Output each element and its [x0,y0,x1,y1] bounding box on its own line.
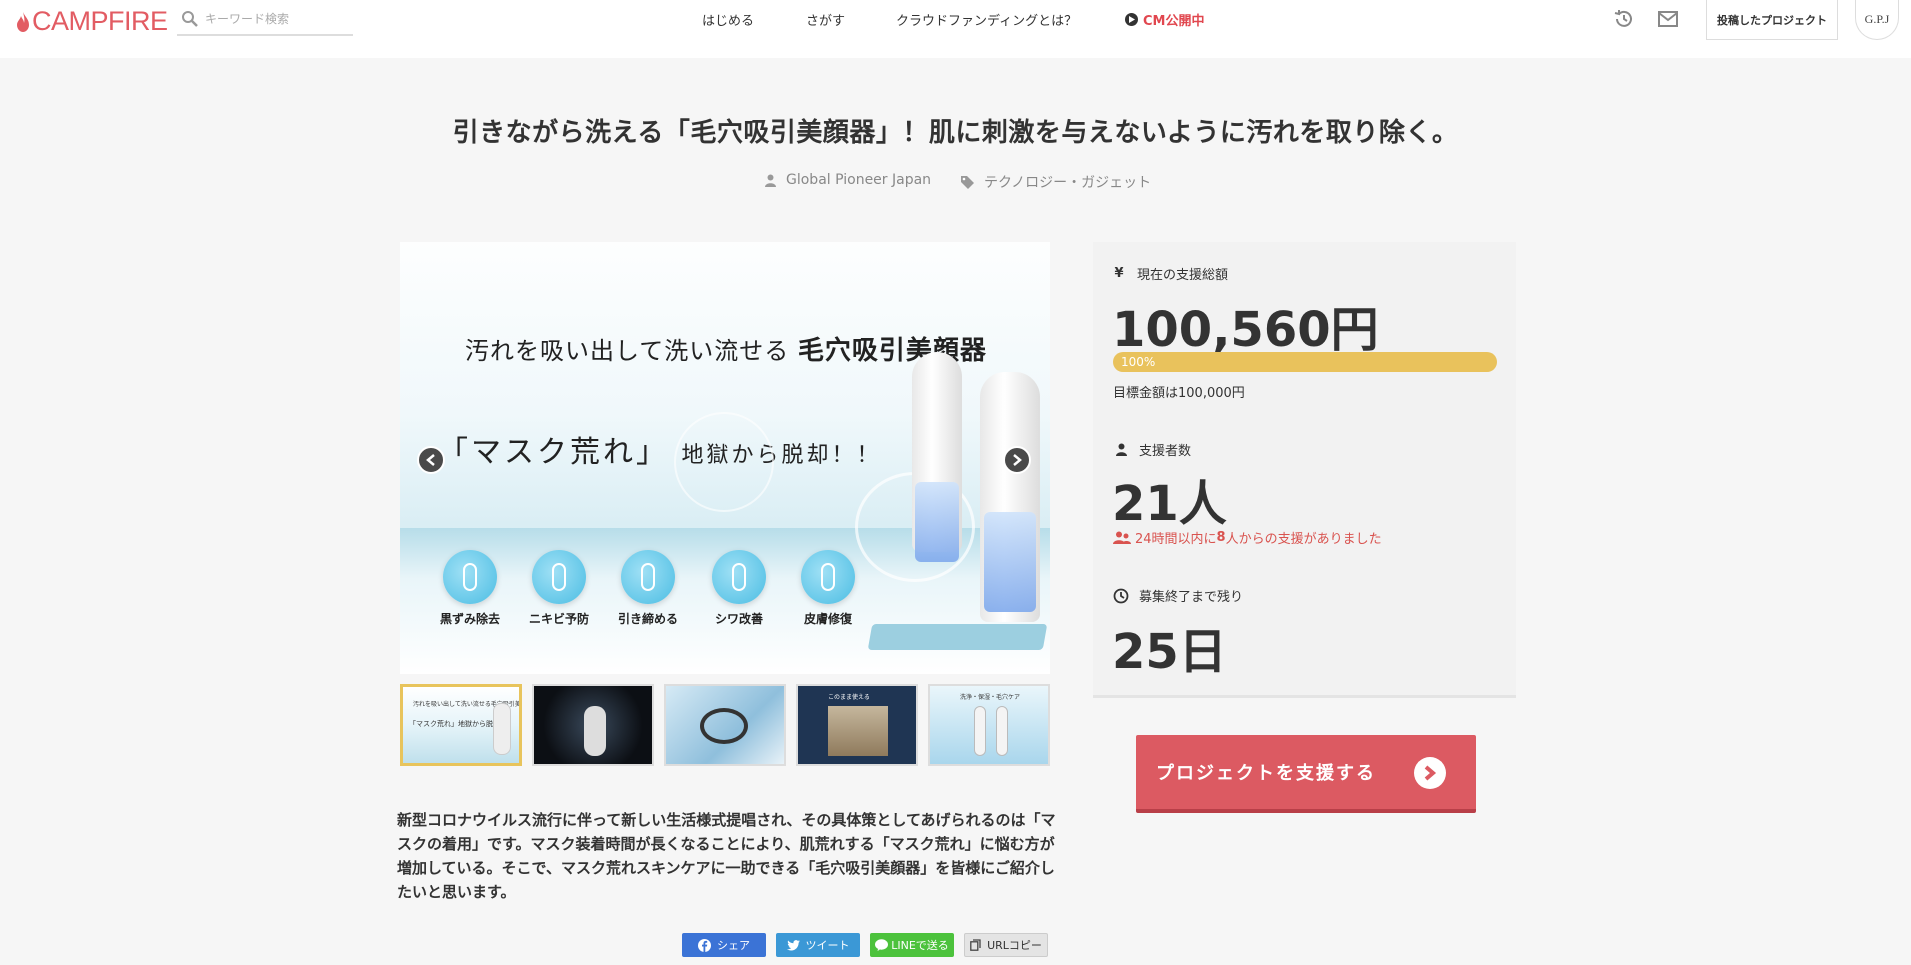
thumbnail-5-caption: 洗浄・保湿・毛穴ケア [960,694,1021,701]
project-owner[interactable]: Global Pioneer Japan [765,172,931,188]
url-copy-button[interactable]: URLコピー [964,933,1048,957]
feature-icon [621,550,675,604]
image-headline-small: 汚れを吸い出して洗い流せる [465,337,790,365]
facebook-icon [698,938,711,952]
backers-value: 21人 [1112,476,1227,532]
thumbnail-strip: 汚れを吸い出して洗い流せる毛穴吸引美顔器 「マスク荒れ」地獄から脱却！！ このま… [400,684,1050,766]
nav-search[interactable]: さがす [806,10,845,29]
nav-cm[interactable]: CM公開中 [1125,10,1204,29]
search-icon [182,11,198,27]
copy-icon [970,939,981,951]
thumbnail-4[interactable]: このまま使える [796,684,918,766]
nav-start[interactable]: はじめる [702,10,754,29]
feature-icon [801,550,855,604]
device-left-tank [915,482,959,562]
project-category[interactable]: テクノロジー・ガジェット [961,172,1151,192]
arrow-right-circle-icon [1414,757,1446,789]
feature-wrinkle: シワ改善 [699,550,779,627]
search-input[interactable] [205,12,345,26]
feature-repair: 皮膚修復 [788,550,868,627]
thumbnail-3[interactable] [664,684,786,766]
project-description: 新型コロナウイルス流行に伴って新しい生活様式提唱され、その具体策としてあげられる… [397,811,1056,901]
posted-projects-button[interactable]: 投稿したプロジェクト [1706,0,1838,40]
line-share-button[interactable]: LINEで送る [870,933,954,957]
flame-icon [17,11,29,32]
image-subline: 「マスク荒れ」 地獄から脱却！！ [438,427,882,471]
mail-icon[interactable] [1655,6,1681,32]
clock-icon [1113,588,1129,604]
user-icon [765,174,776,187]
thumbnail-1[interactable]: 汚れを吸い出して洗い流せる毛穴吸引美顔器 「マスク荒れ」地獄から脱却！！ [400,684,522,766]
prev-image-button[interactable] [417,446,445,474]
amount-label: ¥ 現在の支援総額 [1111,264,1228,283]
history-icon[interactable] [1611,6,1637,32]
video-play-ring[interactable] [674,412,774,512]
campfire-logo[interactable]: CAMPFIRE [16,6,168,37]
user-avatar[interactable]: G.P.J [1855,0,1899,40]
site-header: CAMPFIRE はじめる さがす クラウドファンディングとは？ CM公開中 投… [0,0,1911,58]
project-title: 引きながら洗える「毛穴吸引美顔器」！肌に刺激を与えないように汚れを取り除く。 [452,118,1459,148]
project-category-name: テクノロジー・ガジェット [984,175,1152,191]
progress-text: 100% [1121,355,1156,369]
progress-bar: 100% [1113,352,1497,372]
support-project-label: プロジェクトを支援する [1156,763,1376,784]
device-right-tank [984,512,1036,612]
recent-backers-note: 24時間以内に 8 人からの支援がありました [1113,528,1382,547]
remaining-value: 25日 [1112,624,1227,680]
thumbnail-2[interactable] [532,684,654,766]
facebook-share-button[interactable]: シェア [682,933,766,957]
image-headline: 汚れを吸い出して洗い流せる 毛穴吸引美顔器 [465,330,987,367]
users-icon [1113,531,1131,544]
goal-amount: 目標金額は100,000円 [1113,386,1245,401]
remaining-label: 募集終了まで残り [1113,586,1243,605]
main-project-image[interactable]: 汚れを吸い出して洗い流せる 毛穴吸引美顔器 「マスク荒れ」 地獄から脱却！！ 黒… [400,242,1050,674]
backers-label: 支援者数 [1113,440,1191,459]
user-icon [1113,443,1129,456]
image-subline-main: 「マスク荒れ」 [438,435,669,470]
feature-icon [532,550,586,604]
feature-acne: ニキビ予防 [519,550,599,627]
feature-icon [443,550,497,604]
thumbnail-5[interactable]: 洗浄・保湿・毛穴ケア [928,684,1050,766]
chevron-right-icon [1013,454,1022,466]
search-box[interactable] [177,4,353,36]
yen-icon: ¥ [1114,266,1124,281]
support-project-button[interactable]: プロジェクトを支援する [1136,735,1476,813]
twitter-icon [786,939,800,950]
play-icon [1125,13,1138,26]
twitter-share-button[interactable]: ツイート [776,933,860,957]
nav-cm-label: CM公開中 [1143,14,1205,29]
device-tray [867,624,1048,650]
image-headline-bold: 毛穴吸引美顔器 [797,336,987,366]
funding-stats-panel: ¥ 現在の支援総額 100,560円 100% 目標金額は100,000円 支援… [1093,242,1516,698]
feature-icon [712,550,766,604]
feature-blackhead: 黒ずみ除去 [430,550,510,627]
amount-value: 100,560円 [1112,302,1379,358]
project-meta: Global Pioneer Japan テクノロジー・ガジェット [0,172,1911,192]
chevron-left-icon [426,454,435,466]
line-icon [875,939,889,951]
tag-icon [961,175,974,189]
project-owner-name: Global Pioneer Japan [786,172,932,188]
next-image-button[interactable] [1003,446,1031,474]
thumbnail-4-caption: このまま使える [828,694,870,701]
logo-text: CAMPFIRE [32,6,168,36]
nav-about-crowdfunding[interactable]: クラウドファンディングとは？ [896,10,1077,29]
feature-tighten: 引き締める [608,550,688,627]
